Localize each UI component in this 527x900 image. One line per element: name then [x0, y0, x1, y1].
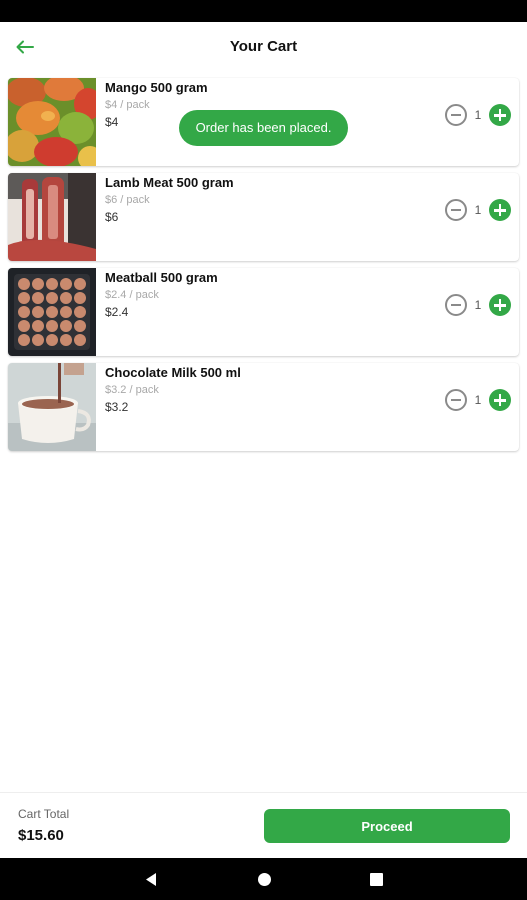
item-name: Mango 500 gram	[105, 80, 208, 95]
minus-icon	[451, 304, 461, 306]
proceed-button[interactable]: Proceed	[264, 809, 510, 843]
nav-back-icon[interactable]	[144, 872, 158, 887]
minus-icon	[451, 114, 461, 116]
app-bar: Your Cart	[0, 22, 527, 72]
cart-total-label: Cart Total	[18, 807, 70, 821]
item-info: Chocolate Milk 500 ml $3.2 / pack $3.2	[105, 365, 241, 415]
increase-button[interactable]	[489, 104, 511, 126]
nav-home-icon[interactable]	[258, 873, 271, 886]
quantity-value: 1	[474, 108, 482, 122]
item-name: Meatball 500 gram	[105, 270, 218, 285]
quantity-stepper: 1	[445, 293, 511, 317]
quantity-value: 1	[474, 393, 482, 407]
quantity-value: 1	[474, 203, 482, 217]
back-button[interactable]	[14, 36, 36, 58]
cart-total-value: $15.60	[18, 827, 64, 844]
decrease-button[interactable]	[445, 104, 467, 126]
quantity-stepper: 1	[445, 198, 511, 222]
item-unit-price: $3.2 / pack	[105, 384, 159, 396]
cart-item: Meatball 500 gram $2.4 / pack $2.4 1	[8, 268, 519, 356]
item-unit-price: $6 / pack	[105, 194, 150, 206]
meatball-image	[8, 268, 96, 356]
minus-icon	[451, 399, 461, 401]
arrow-left-icon	[16, 40, 34, 54]
lamb-meat-image	[8, 173, 96, 261]
quantity-stepper: 1	[445, 388, 511, 412]
status-bar	[0, 0, 527, 22]
increase-button[interactable]	[489, 294, 511, 316]
quantity-value: 1	[474, 298, 482, 312]
cart-item: Chocolate Milk 500 ml $3.2 / pack $3.2 1	[8, 363, 519, 451]
page-title: Your Cart	[229, 38, 298, 55]
nav-recents-icon[interactable]	[370, 873, 383, 886]
item-info: Meatball 500 gram $2.4 / pack $2.4	[105, 270, 218, 320]
item-price: $6	[105, 210, 119, 224]
system-nav-bar	[0, 858, 527, 900]
decrease-button[interactable]	[445, 389, 467, 411]
minus-icon	[451, 209, 461, 211]
item-price: $3.2	[105, 400, 129, 414]
chocolate-milk-image	[8, 363, 96, 451]
item-info: Lamb Meat 500 gram $6 / pack $6	[105, 175, 234, 225]
quantity-stepper: 1	[445, 103, 511, 127]
decrease-button[interactable]	[445, 294, 467, 316]
increase-button[interactable]	[489, 199, 511, 221]
toast-message: Order has been placed.	[179, 110, 348, 146]
mango-image	[8, 78, 96, 166]
item-unit-price: $2.4 / pack	[105, 289, 159, 301]
cart-footer: Cart Total $15.60 Proceed	[0, 792, 527, 858]
item-price: $2.4	[105, 305, 129, 319]
cart-item: Lamb Meat 500 gram $6 / pack $6 1	[8, 173, 519, 261]
item-name: Chocolate Milk 500 ml	[105, 365, 241, 380]
item-name: Lamb Meat 500 gram	[105, 175, 234, 190]
increase-button[interactable]	[489, 389, 511, 411]
decrease-button[interactable]	[445, 199, 467, 221]
